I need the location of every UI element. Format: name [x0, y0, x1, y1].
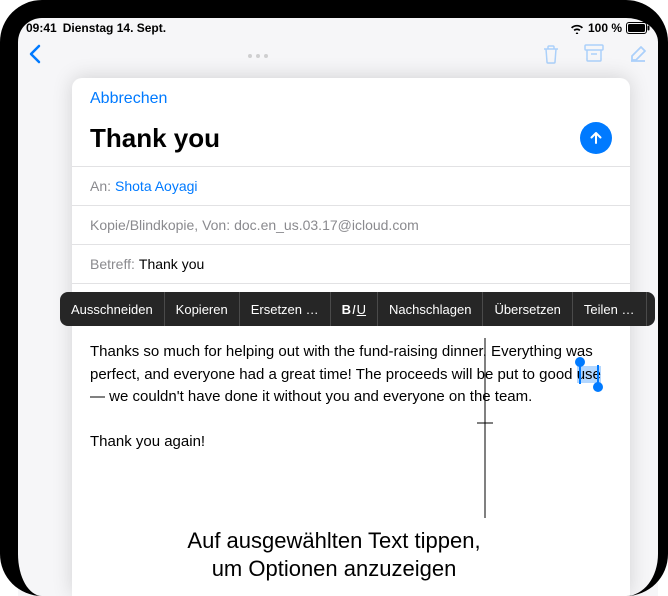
subject-label: Betreff:	[90, 256, 135, 272]
battery-percent: 100 %	[588, 21, 622, 35]
from-address: doc.en_us.03.17@icloud.com	[234, 217, 419, 233]
to-label: An:	[90, 178, 111, 194]
back-chevron-icon[interactable]	[28, 44, 42, 69]
menu-more-arrow-icon[interactable]	[647, 292, 656, 326]
archive-icon[interactable]	[584, 44, 604, 69]
subject-field[interactable]: Betreff: Thank you	[72, 244, 630, 283]
menu-translate[interactable]: Übersetzen	[483, 292, 572, 326]
menu-cut[interactable]: Ausschneiden	[60, 292, 165, 326]
email-title: Thank you	[90, 123, 220, 154]
cc-label: Kopie/Blindkopie, Von:	[90, 217, 230, 233]
wifi-icon	[570, 23, 584, 34]
status-bar: 09:41 Dienstag 14. Sept. 100 %	[18, 18, 658, 38]
status-time: 09:41	[26, 21, 57, 35]
send-button[interactable]	[580, 122, 612, 154]
cancel-button[interactable]: Abbrechen	[90, 90, 167, 107]
body-paragraph: Thanks so much for helping out with the …	[90, 341, 612, 409]
status-date: Dienstag 14. Sept.	[63, 21, 166, 35]
compose-modal: Abbrechen Thank you An: Shota Aoyagi Kop…	[72, 78, 630, 596]
selection-handle-end-icon[interactable]	[593, 382, 603, 392]
to-recipient[interactable]: Shota Aoyagi	[115, 178, 198, 194]
subject-value: Thank you	[139, 256, 204, 272]
body-closing: Thank you again!	[90, 431, 612, 452]
menu-copy[interactable]: Kopieren	[165, 292, 240, 326]
nav-bar	[18, 38, 658, 74]
menu-replace[interactable]: Ersetzen …	[240, 292, 331, 326]
menu-lookup[interactable]: Nachschlagen	[378, 292, 483, 326]
cc-bcc-field[interactable]: Kopie/Blindkopie, Von: doc.en_us.03.17@i…	[72, 205, 630, 244]
modal-grabber-icon	[248, 54, 268, 58]
to-field[interactable]: An: Shota Aoyagi	[72, 166, 630, 205]
menu-biu[interactable]: BIU	[331, 292, 378, 326]
menu-share[interactable]: Teilen …	[573, 292, 647, 326]
battery-icon	[626, 22, 650, 34]
selected-text[interactable]: use	[577, 366, 601, 383]
edit-context-menu: Ausschneiden Kopieren Ersetzen … BIU Nac…	[60, 292, 655, 326]
compose-icon[interactable]	[628, 44, 648, 69]
trash-icon[interactable]	[542, 44, 560, 69]
